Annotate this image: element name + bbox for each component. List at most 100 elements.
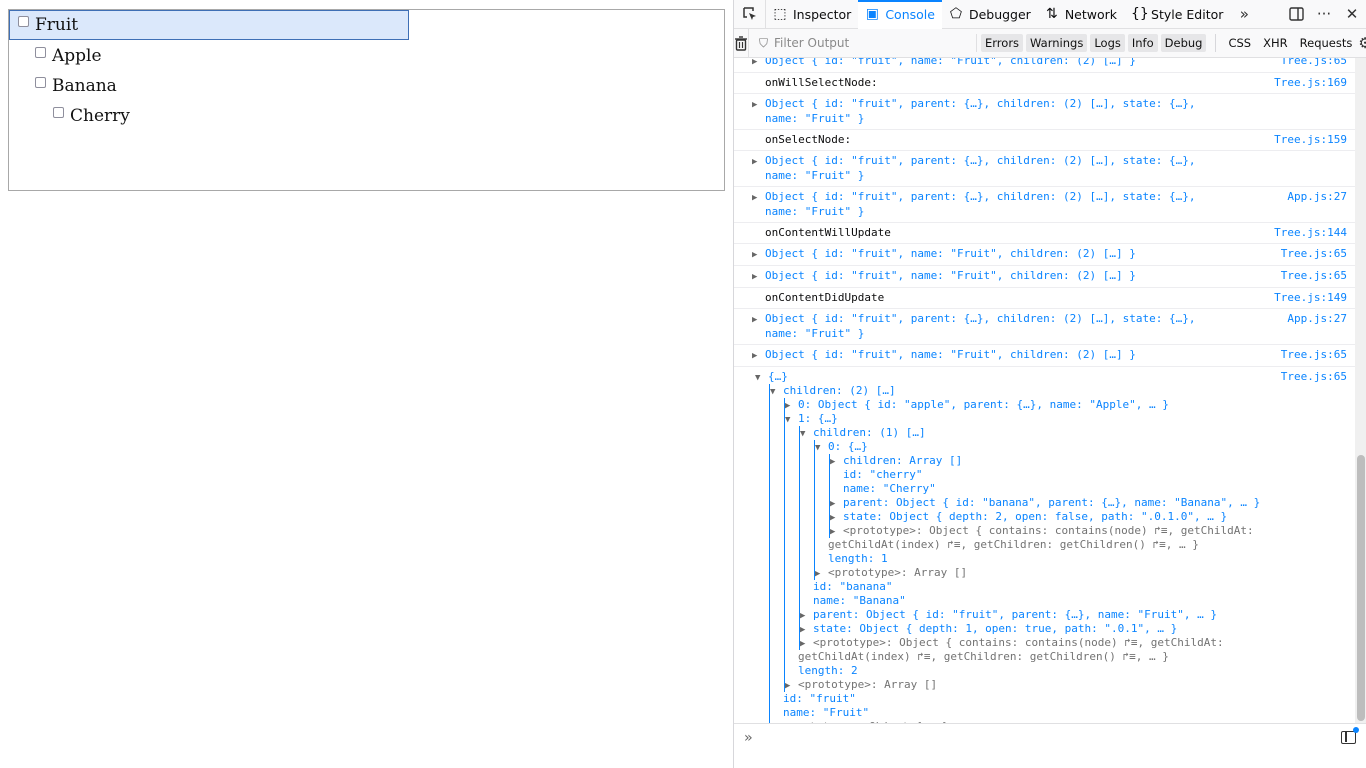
object-tree-row[interactable]: ▼ 0: {…} (755, 440, 1235, 454)
expand-twisty-icon[interactable]: ▶ (815, 567, 828, 581)
filter-errors-button[interactable]: Errors (981, 34, 1024, 52)
tab-network[interactable]: ⇅ Network (1038, 0, 1124, 29)
tree-guide-line (799, 524, 800, 538)
object-tree-row[interactable]: ▼ children: (1) […] (755, 426, 1235, 440)
object-tree-text: <prototype>: Object { contains: contains… (813, 636, 1224, 649)
object-tree-row[interactable]: ▶ <prototype>: Object { contains: contain… (755, 524, 1254, 539)
checkbox[interactable] (35, 46, 46, 58)
message-text[interactable]: Object { id: "fruit", name: "Fruit", chi… (765, 269, 1136, 282)
object-tree-text: 1: {…} (798, 412, 838, 425)
expand-twisty-icon[interactable]: ▶ (752, 313, 765, 327)
message-text[interactable]: Object { id: "fruit", parent: {…}, child… (765, 154, 1195, 182)
clear-console-button[interactable] (734, 28, 749, 58)
tree-node-banana[interactable]: Banana (35, 71, 117, 101)
filter-warnings-button[interactable]: Warnings (1026, 34, 1088, 52)
expand-twisty-icon[interactable]: ▶ (752, 155, 765, 169)
object-tree-row: id: "banana" (755, 580, 1235, 594)
message-location-link[interactable]: Tree.js:65 (1281, 370, 1347, 384)
expand-twisty-icon[interactable]: ▶ (830, 497, 843, 511)
console-settings-button[interactable]: ⚙ (1358, 29, 1366, 58)
scrollbar-thumb[interactable] (1357, 455, 1365, 721)
more-tabs-button[interactable]: » (1230, 0, 1258, 29)
object-tree-text: children: (1) […] (813, 426, 926, 439)
filter-xhr-button[interactable]: XHR (1257, 34, 1294, 52)
expand-twisty-icon[interactable]: ▶ (752, 98, 765, 112)
sidebar-toggle-icon[interactable] (1341, 727, 1359, 744)
message-text[interactable]: Object { id: "fruit", parent: {…}, child… (765, 312, 1195, 340)
tree-node-cherry[interactable]: Cherry (53, 101, 130, 131)
collapse-twisty-icon[interactable]: ▼ (770, 385, 783, 399)
console-message: onContentDidUpdate Tree.js:149 (734, 288, 1355, 309)
expand-twisty-icon[interactable]: ▶ (785, 679, 798, 693)
message-location-link[interactable]: Tree.js:65 (1281, 247, 1347, 261)
tab-label: Console (885, 6, 935, 22)
message-location-link[interactable]: App.js:27 (1287, 312, 1347, 326)
message-text[interactable]: Object { id: "fruit", name: "Fruit", chi… (765, 247, 1136, 260)
filter-info-button[interactable]: Info (1127, 34, 1158, 52)
object-tree-text: <prototype>: Array [] (828, 566, 968, 579)
tab-console[interactable]: ▣ Console (858, 0, 942, 29)
expand-twisty-icon[interactable]: ▶ (830, 525, 843, 539)
object-tree-row[interactable]: ▶ state: Object { depth: 2, open: false, … (755, 510, 1235, 524)
collapse-twisty-icon[interactable]: ▼ (755, 371, 768, 385)
message-text[interactable]: Object { id: "fruit", name: "Fruit", chi… (765, 58, 1136, 67)
object-tree-row[interactable]: ▼ 1: {…} (755, 412, 1235, 426)
expand-twisty-icon[interactable]: ▶ (800, 623, 813, 637)
tab-inspector[interactable]: ⬚ Inspector (766, 0, 858, 29)
object-tree-row[interactable]: ▶ 0: Object { id: "apple", parent: {…}, n… (755, 398, 1235, 412)
tab-label: Inspector (793, 6, 852, 22)
tree-node-fruit[interactable]: Fruit (9, 10, 409, 40)
filter-css-button[interactable]: CSS (1222, 34, 1257, 52)
message-text[interactable]: Object { id: "fruit", parent: {…}, child… (765, 97, 1195, 125)
expand-twisty-icon[interactable]: ▶ (785, 399, 798, 413)
expand-twisty-icon[interactable]: ▶ (800, 609, 813, 623)
message-location-link[interactable]: Tree.js:149 (1274, 291, 1347, 305)
expand-twisty-icon[interactable]: ▶ (752, 191, 765, 205)
object-tree-row[interactable]: ▶ <prototype>: Array [] (755, 678, 1235, 692)
dock-button[interactable] (1282, 0, 1310, 29)
tab-debugger[interactable]: ⬠ Debugger (942, 0, 1038, 29)
object-tree-row[interactable]: ▶ parent: Object { id: "banana", parent: … (755, 496, 1260, 511)
close-devtools-button[interactable]: ✕ (1338, 0, 1366, 29)
expand-twisty-icon[interactable]: ▶ (752, 248, 765, 262)
object-tree-row[interactable]: ▼ {…} (755, 370, 1235, 384)
message-text[interactable]: Object { id: "fruit", name: "Fruit", chi… (765, 348, 1136, 361)
message-location-link[interactable]: Tree.js:144 (1274, 226, 1347, 240)
checkbox[interactable] (35, 76, 46, 88)
message-text[interactable]: Object { id: "fruit", parent: {…}, child… (765, 190, 1195, 218)
expand-twisty-icon[interactable]: ▶ (800, 637, 813, 651)
filter-output-input[interactable] (772, 35, 933, 51)
expand-twisty-icon[interactable]: ▶ (752, 349, 765, 363)
tree-guide-line (769, 580, 770, 594)
filter-debug-button[interactable]: Debug (1160, 34, 1207, 52)
message-location-link[interactable]: Tree.js:65 (1281, 58, 1347, 68)
expand-twisty-icon[interactable]: ▶ (752, 270, 765, 284)
tree-node-apple[interactable]: Apple (35, 41, 102, 71)
tree-guide-line (784, 538, 785, 552)
object-tree-row[interactable]: ▶ <prototype>: Array [] (755, 566, 1235, 580)
expand-twisty-icon[interactable]: ▶ (830, 511, 843, 525)
object-tree-row[interactable]: ▶ parent: Object { id: "fruit", parent: {… (755, 608, 1235, 622)
message-location-link[interactable]: Tree.js:169 (1274, 76, 1347, 90)
filter-logs-button[interactable]: Logs (1090, 34, 1125, 52)
collapse-twisty-icon[interactable]: ▼ (800, 427, 813, 441)
object-tree-row[interactable]: ▶ state: Object { depth: 1, open: true, p… (755, 622, 1235, 636)
expand-twisty-icon[interactable]: ▶ (752, 58, 765, 69)
filter-requests-button[interactable]: Requests (1294, 34, 1359, 52)
checkbox[interactable] (53, 106, 64, 118)
collapse-twisty-icon[interactable]: ▼ (815, 441, 828, 455)
message-location-link[interactable]: Tree.js:65 (1281, 348, 1347, 362)
object-tree-row[interactable]: ▼ children: (2) […] (755, 384, 1235, 398)
tab-style-editor[interactable]: {} Style Editor (1124, 0, 1230, 29)
checkbox[interactable] (18, 15, 29, 27)
message-location-link[interactable]: Tree.js:65 (1281, 269, 1347, 283)
message-location-link[interactable]: Tree.js:159 (1274, 133, 1347, 147)
message-location-link[interactable]: App.js:27 (1287, 190, 1347, 204)
expand-twisty-icon[interactable]: ▶ (830, 455, 843, 469)
console-input[interactable]: » (734, 723, 1366, 751)
collapse-twisty-icon[interactable]: ▼ (785, 413, 798, 427)
element-picker-button[interactable] (734, 0, 766, 29)
object-tree-row[interactable]: ▶ <prototype>: Object { contains: contain… (755, 636, 1235, 650)
object-tree-row[interactable]: ▶ children: Array [] (755, 454, 1235, 468)
options-menu-button[interactable]: ··· (1310, 0, 1338, 29)
